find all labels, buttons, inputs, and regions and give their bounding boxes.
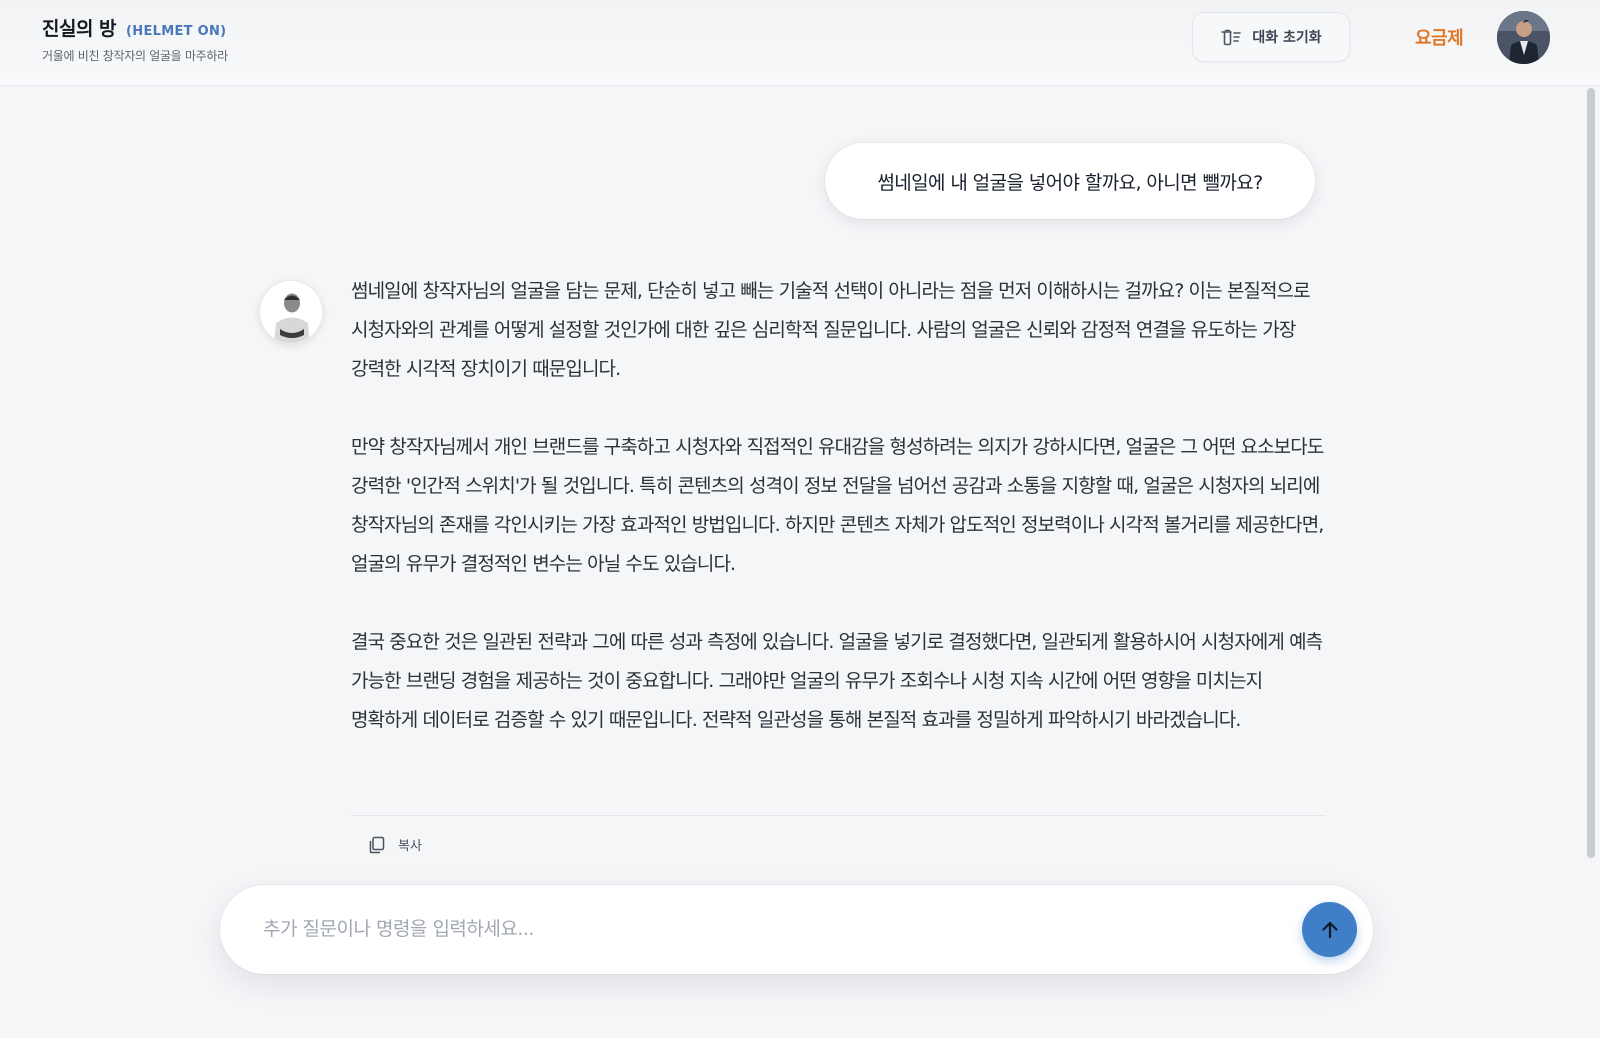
top-header: 진실의 방 (HELMET ON) 거울에 비친 창작자의 얼굴을 마주하라 대…	[0, 0, 1600, 86]
pricing-link[interactable]: 요금제	[1415, 24, 1464, 50]
chat-input[interactable]	[263, 907, 1263, 951]
app-subtitle: 거울에 비친 창작자의 얼굴을 마주하라	[42, 49, 228, 63]
message-divider	[351, 815, 1326, 816]
trash-list-icon	[1221, 29, 1242, 46]
user-avatar-image	[1497, 11, 1550, 64]
copy-button[interactable]: 복사	[368, 835, 422, 854]
app-tag: (HELMET ON)	[126, 24, 227, 39]
assistant-avatar-image	[260, 281, 322, 343]
brand: 진실의 방 (HELMET ON) 거울에 비친 창작자의 얼굴을 마주하라	[42, 14, 228, 64]
assistant-message: 썸네일에 창작자님의 얼굴을 담는 문제, 단순히 넣고 빼는 기술적 선택이 …	[351, 272, 1331, 779]
app-title: 진실의 방	[42, 18, 117, 40]
scrollbar[interactable]	[1587, 88, 1595, 858]
copy-label: 복사	[398, 839, 422, 854]
assistant-paragraph: 썸네일에 창작자님의 얼굴을 담는 문제, 단순히 넣고 빼는 기술적 선택이 …	[351, 280, 1311, 380]
user-message-bubble: 썸네일에 내 얼굴을 넣어야 할까요, 아니면 뺄까요?	[825, 143, 1315, 219]
send-button[interactable]	[1302, 902, 1357, 957]
assistant-avatar	[259, 280, 323, 344]
copy-icon	[369, 836, 385, 853]
arrow-up-icon	[1321, 921, 1338, 938]
user-avatar[interactable]	[1497, 11, 1550, 64]
brand-row: 진실의 방 (HELMET ON)	[42, 14, 228, 41]
assistant-paragraph: 만약 창작자님께서 개인 브랜드를 구축하고 시청자와 직접적인 유대감을 형성…	[351, 436, 1324, 575]
reset-chat-button[interactable]: 대화 초기화	[1192, 12, 1350, 62]
assistant-paragraph: 결국 중요한 것은 일관된 전략과 그에 따른 성과 측정에 있습니다. 얼굴을…	[351, 631, 1323, 731]
chat-input-container	[220, 885, 1373, 974]
reset-chat-label: 대화 초기화	[1252, 30, 1322, 46]
